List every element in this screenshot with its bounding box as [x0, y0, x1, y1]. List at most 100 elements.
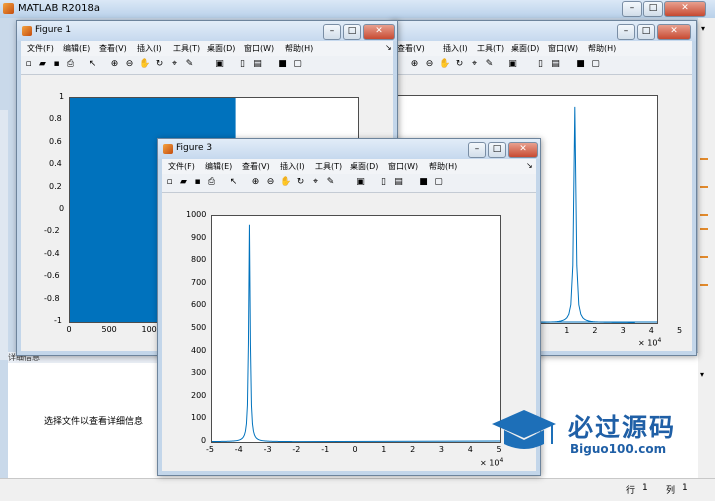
close-button[interactable]: ✕: [508, 142, 538, 158]
menu-tools[interactable]: 工具(T): [315, 161, 342, 172]
link-icon[interactable]: ▣: [355, 177, 366, 188]
pan-icon[interactable]: ✋: [280, 177, 291, 188]
menu-tools[interactable]: 工具(T): [477, 43, 504, 54]
pointer-icon[interactable]: ↖: [228, 177, 239, 188]
legend-icon[interactable]: ▤: [252, 59, 263, 70]
y-tick-label: 700: [191, 277, 207, 287]
y-tick-label: -1: [54, 316, 62, 325]
colorbar-icon[interactable]: ▯: [535, 59, 546, 70]
figure-2-title-bar: – □ ✕: [391, 21, 696, 41]
open-icon[interactable]: ▰: [37, 59, 48, 70]
menu-view[interactable]: 查看(V): [242, 161, 270, 172]
zoom-out-icon[interactable]: ⊖: [265, 177, 276, 188]
minimize-button[interactable]: –: [617, 24, 635, 40]
menu-view[interactable]: 查看(V): [99, 43, 127, 54]
menu-dock-icon[interactable]: ↘: [526, 161, 533, 170]
rotate-icon[interactable]: ↻: [295, 177, 306, 188]
figure-3-title-bar: Figure 3 – □ ✕: [158, 139, 540, 159]
link-icon[interactable]: ▣: [507, 59, 518, 70]
menu-window[interactable]: 窗口(W): [388, 161, 418, 172]
rotate-icon[interactable]: ↻: [154, 59, 165, 70]
maximize-button[interactable]: □: [488, 142, 506, 158]
menu-insert[interactable]: 插入(I): [280, 161, 305, 172]
new-icon[interactable]: ▫: [23, 59, 34, 70]
menu-desktop[interactable]: 桌面(D): [350, 161, 378, 172]
minimize-button[interactable]: –: [622, 1, 642, 17]
menu-tools[interactable]: 工具(T): [173, 43, 200, 54]
y-tick-label: 800: [191, 255, 207, 265]
menu-insert[interactable]: 插入(I): [443, 43, 468, 54]
menu-edit[interactable]: 编辑(E): [205, 161, 232, 172]
main-title-bar: MATLAB R2018a – □ ✕: [0, 0, 715, 18]
figure-3-window[interactable]: Figure 3 – □ ✕ 文件(F) 编辑(E) 查看(V) 插入(I) 工…: [157, 138, 541, 476]
dock-marker: [700, 228, 708, 230]
save-icon[interactable]: ▪: [51, 59, 62, 70]
menu-help[interactable]: 帮助(H): [285, 43, 313, 54]
minimize-button[interactable]: –: [323, 24, 341, 40]
link-icon[interactable]: ▣: [214, 59, 225, 70]
open-icon[interactable]: ▰: [178, 177, 189, 188]
menu-window[interactable]: 窗口(W): [244, 43, 274, 54]
print-icon[interactable]: ⎙: [65, 59, 76, 70]
y-tick-label: 900: [191, 232, 207, 242]
colorbar-icon[interactable]: ▯: [378, 177, 389, 188]
close-button[interactable]: ✕: [664, 1, 706, 17]
zoom-in-icon[interactable]: ⊕: [250, 177, 261, 188]
menu-desktop[interactable]: 桌面(D): [207, 43, 235, 54]
menu-desktop[interactable]: 桌面(D): [511, 43, 539, 54]
legend-icon[interactable]: ▤: [393, 177, 404, 188]
show-tools-icon[interactable]: ▢: [590, 59, 601, 70]
zoom-in-icon[interactable]: ⊕: [409, 59, 420, 70]
print-icon[interactable]: ⎙: [206, 177, 217, 188]
x-tick-label: 1: [564, 326, 570, 335]
zoom-out-icon[interactable]: ⊖: [424, 59, 435, 70]
y-tick-label: -0.4: [44, 248, 60, 258]
x-tick-label: 3: [438, 445, 444, 454]
brush-icon[interactable]: ✎: [484, 59, 495, 70]
brush-icon[interactable]: ✎: [184, 59, 195, 70]
show-tools-icon[interactable]: ▢: [433, 177, 444, 188]
zoom-out-icon[interactable]: ⊖: [124, 59, 135, 70]
maximize-button[interactable]: □: [637, 24, 655, 40]
rotate-icon[interactable]: ↻: [454, 59, 465, 70]
maximize-button[interactable]: □: [643, 1, 663, 17]
menu-help[interactable]: 帮助(H): [588, 43, 616, 54]
colorbar-icon[interactable]: ▯: [237, 59, 248, 70]
panel-collapse-icon[interactable]: ▾: [700, 370, 704, 379]
new-icon[interactable]: ▫: [164, 177, 175, 188]
brush-icon[interactable]: ✎: [325, 177, 336, 188]
menu-dock-icon[interactable]: ↘: [385, 43, 392, 52]
spectrum-line: [212, 224, 500, 442]
zoom-in-icon[interactable]: ⊕: [109, 59, 120, 70]
menu-file[interactable]: 文件(F): [27, 43, 54, 54]
legend-icon[interactable]: ▤: [550, 59, 561, 70]
data-cursor-icon[interactable]: ⌖: [310, 177, 321, 188]
close-button[interactable]: ✕: [657, 24, 691, 40]
data-cursor-icon[interactable]: ⌖: [169, 59, 180, 70]
menu-help[interactable]: 帮助(H): [429, 161, 457, 172]
save-icon[interactable]: ▪: [192, 177, 203, 188]
hide-tools-icon[interactable]: ■: [277, 59, 288, 70]
menu-insert[interactable]: 插入(I): [137, 43, 162, 54]
matlab-logo-icon: [3, 3, 14, 14]
menu-edit[interactable]: 编辑(E): [63, 43, 90, 54]
hide-tools-icon[interactable]: ■: [418, 177, 429, 188]
pan-icon[interactable]: ✋: [439, 59, 450, 70]
y-tick-label: 600: [191, 300, 207, 310]
figure-icon: [22, 26, 32, 36]
figure-3-axes[interactable]: [211, 215, 501, 443]
dock-expand-icon[interactable]: ▾: [701, 24, 705, 33]
maximize-button[interactable]: □: [343, 24, 361, 40]
menu-file[interactable]: 文件(F): [168, 161, 195, 172]
hide-tools-icon[interactable]: ■: [575, 59, 586, 70]
pointer-icon[interactable]: ↖: [87, 59, 98, 70]
menu-view[interactable]: 查看(V): [397, 43, 425, 54]
close-button[interactable]: ✕: [363, 24, 395, 40]
figure-3-toolbar: ▫ ▰ ▪ ⎙ ↖ ⊕ ⊖ ✋ ↻ ⌖ ✎ ▣ ▯ ▤ ■ ▢: [162, 174, 536, 193]
pan-icon[interactable]: ✋: [139, 59, 150, 70]
data-cursor-icon[interactable]: ⌖: [469, 59, 480, 70]
menu-window[interactable]: 窗口(W): [548, 43, 578, 54]
show-tools-icon[interactable]: ▢: [292, 59, 303, 70]
y-tick-label: -0.2: [44, 226, 60, 236]
minimize-button[interactable]: –: [468, 142, 486, 158]
